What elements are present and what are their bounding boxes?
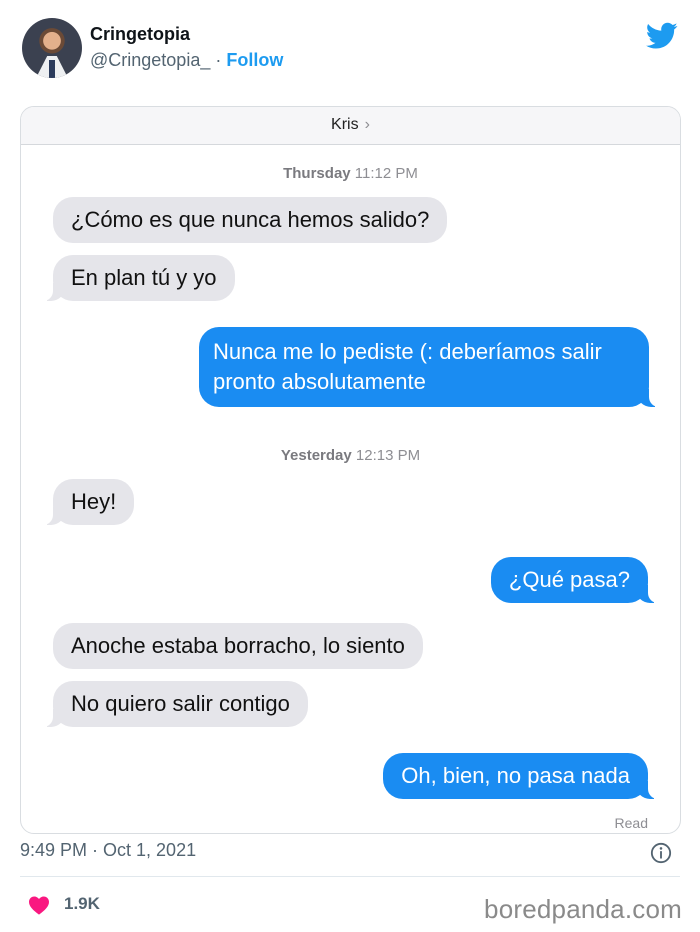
info-icon[interactable] <box>650 842 672 864</box>
avatar[interactable] <box>22 18 82 78</box>
contact-bar[interactable]: Kris › <box>21 107 680 145</box>
incoming-message[interactable]: Anoche estaba borracho, lo siento <box>53 623 423 669</box>
message-text: Nunca me lo pediste (: deberíamos salir … <box>213 339 602 394</box>
timestamp-day: Yesterday <box>280 447 352 464</box>
tweet-timestamp[interactable]: 9:49 PM · Oct 1, 2021 <box>20 840 196 860</box>
timestamp-day: Thursday <box>283 165 351 182</box>
timestamp: Yesterday 12:13 PM <box>21 447 680 464</box>
heart-icon[interactable] <box>28 895 50 915</box>
read-receipt: Read <box>614 815 648 831</box>
message-screenshot: Kris › Thursday 11:12 PM ¿Cómo es que nun… <box>20 106 681 834</box>
incoming-message[interactable]: ¿Cómo es que nunca hemos salido? <box>53 197 448 243</box>
timestamp-time: 11:12 PM <box>354 165 418 182</box>
timestamp-time: 12:13 PM <box>355 447 421 464</box>
incoming-message[interactable]: En plan tú y yo <box>41 255 235 301</box>
message-thread: Thursday 11:12 PM ¿Cómo es que nunca hem… <box>21 145 680 833</box>
message-text: No quiero salir contigo <box>71 691 290 716</box>
timestamp: Thursday 11:12 PM <box>21 165 680 182</box>
incoming-message[interactable]: Hey! <box>40 479 135 525</box>
incoming-message[interactable]: No quiero salir contigo <box>41 681 308 727</box>
tweet-meta: 9:49 PM · Oct 1, 2021 <box>20 840 680 868</box>
contact-name[interactable]: Kris <box>331 116 359 133</box>
message-text: En plan tú y yo <box>71 265 217 290</box>
message-text: Hey! <box>71 489 117 514</box>
message-text: Anoche estaba borracho, lo siento <box>71 633 405 658</box>
message-text: ¿Qué pasa? <box>508 567 630 592</box>
divider <box>20 876 680 877</box>
handle[interactable]: @Cringetopia_ <box>90 50 210 70</box>
tweet-header: Cringetopia @Cringetopia_ · Follow <box>20 14 680 84</box>
handle-row: @Cringetopia_ · Follow <box>90 50 283 71</box>
chevron-right-icon: › <box>364 116 370 133</box>
watermark: boredpanda.com <box>484 894 682 924</box>
message-text: ¿Cómo es que nunca hemos salido? <box>71 207 430 232</box>
outgoing-message[interactable]: Oh, bien, no pasa nada <box>383 753 660 799</box>
handle-separator: · <box>210 50 227 70</box>
twitter-bird-icon[interactable] <box>646 22 678 50</box>
message-text: Oh, bien, no pasa nada <box>401 763 630 788</box>
outgoing-message[interactable]: Nunca me lo pediste (: deberíamos salir … <box>199 327 661 407</box>
like-count: 1.9K <box>64 894 100 913</box>
avatar-tie <box>49 60 55 78</box>
outgoing-message[interactable]: ¿Qué pasa? <box>490 557 661 603</box>
follow-button[interactable]: Follow <box>226 50 283 70</box>
display-name[interactable]: Cringetopia <box>90 24 190 45</box>
